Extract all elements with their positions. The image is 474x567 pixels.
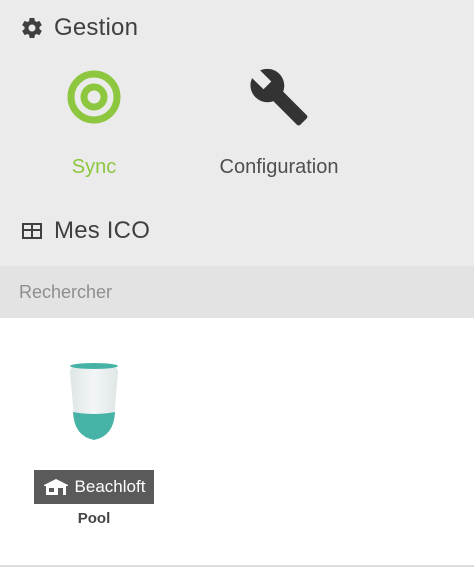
configuration-label: Configuration [219,156,339,178]
device-list: Beachloft Pool [0,318,474,567]
wrench-icon [244,62,314,132]
app-page: Gestion Sync Configuration Mes ICO Reche… [0,0,474,567]
table-icon [20,219,44,243]
sync-button[interactable]: Sync [44,62,144,192]
device-location-tag: Beachloft [34,470,154,504]
sync-target-icon [59,62,129,132]
device-card[interactable]: Beachloft Pool [34,358,154,533]
device-name: Pool [77,510,111,527]
mes-ico-header: Mes ICO [20,215,150,247]
gestion-header: Gestion [20,12,138,44]
gear-icon [20,16,44,40]
device-location-label: Beachloft [74,477,146,496]
configuration-button[interactable]: Configuration [200,62,358,192]
mes-ico-title: Mes ICO [54,217,151,244]
gestion-title: Gestion [54,14,139,41]
search-input[interactable] [19,281,449,303]
home-icon [43,478,69,496]
ico-device-image [59,358,129,450]
search-bar [0,266,474,318]
sync-label: Sync [71,156,117,178]
